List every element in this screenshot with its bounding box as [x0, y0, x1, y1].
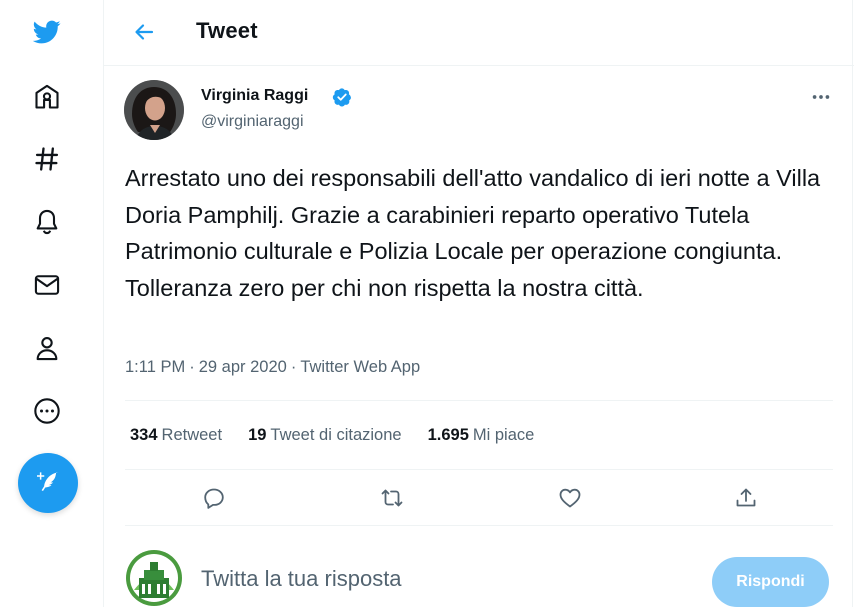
page-header: Tweet — [104, 0, 854, 66]
back-button[interactable] — [126, 14, 162, 50]
likes-stat[interactable]: 1.695 Mi piace — [428, 426, 535, 445]
likes-count: 1.695 — [427, 425, 469, 444]
compose-tweet-icon — [37, 472, 59, 491]
retweets-stat[interactable]: 334 Retweet — [130, 426, 222, 445]
tweet-stats: 334 Retweet 19 Tweet di citazione 1.695 Mi … — [125, 400, 833, 470]
meta-separator: · — [189, 358, 195, 376]
twitter-logo-icon[interactable] — [24, 9, 70, 55]
tweet-source[interactable]: Twitter Web App — [300, 358, 420, 376]
more-horizontal-icon — [812, 95, 830, 99]
share-button[interactable] — [728, 480, 764, 516]
page-title: Tweet — [196, 18, 258, 43]
reply-submit-button[interactable]: Rispondi — [712, 557, 829, 607]
tweet-time[interactable]: 1:11 PM — [125, 358, 185, 376]
more-options-button[interactable] — [804, 82, 838, 112]
author-avatar[interactable] — [124, 80, 184, 140]
verified-badge-icon — [332, 88, 351, 107]
retweets-label: Retweet — [161, 425, 223, 444]
tweet-actions — [125, 470, 833, 526]
profile-person-icon[interactable] — [24, 325, 70, 371]
like-heart-icon — [559, 488, 581, 508]
explore-hashtag-icon[interactable] — [24, 136, 70, 182]
arrow-left-icon — [135, 24, 154, 40]
meta-separator: · — [290, 358, 297, 376]
reply-icon — [204, 488, 224, 509]
home-icon[interactable] — [24, 74, 70, 120]
retweet-button[interactable] — [374, 480, 410, 516]
author-handle[interactable]: @virginiaraggi — [201, 113, 304, 131]
more-circle-icon[interactable] — [24, 388, 70, 434]
reply-button[interactable] — [196, 480, 232, 516]
share-icon — [736, 488, 756, 507]
tweet-metadata: 1:11 PM · 29 apr 2020 · Twitter Web App — [125, 358, 420, 377]
messages-envelope-icon[interactable] — [24, 262, 70, 308]
notifications-bell-icon[interactable] — [24, 199, 70, 245]
like-button[interactable] — [552, 480, 588, 516]
current-user-avatar[interactable] — [124, 548, 184, 607]
quotes-stat[interactable]: 19 Tweet di citazione — [248, 426, 402, 445]
tweet-date[interactable]: 29 apr 2020 — [199, 358, 287, 376]
quotes-label: Tweet di citazione — [270, 425, 402, 444]
compose-tweet-button[interactable] — [18, 453, 78, 513]
likes-label: Mi piace — [472, 425, 535, 444]
tweet-text: Arrestato uno dei responsabili dell'atto… — [125, 165, 821, 301]
retweets-count: 334 — [130, 425, 158, 444]
quotes-count: 19 — [248, 425, 267, 444]
reply-input[interactable] — [201, 566, 681, 592]
author-name[interactable]: Virginia Raggi — [201, 87, 308, 105]
left-navigation — [0, 0, 100, 607]
retweet-icon — [381, 489, 403, 507]
tweet-detail-column: Tweet Virginia Raggi @virginiaraggi Arre… — [103, 0, 854, 607]
